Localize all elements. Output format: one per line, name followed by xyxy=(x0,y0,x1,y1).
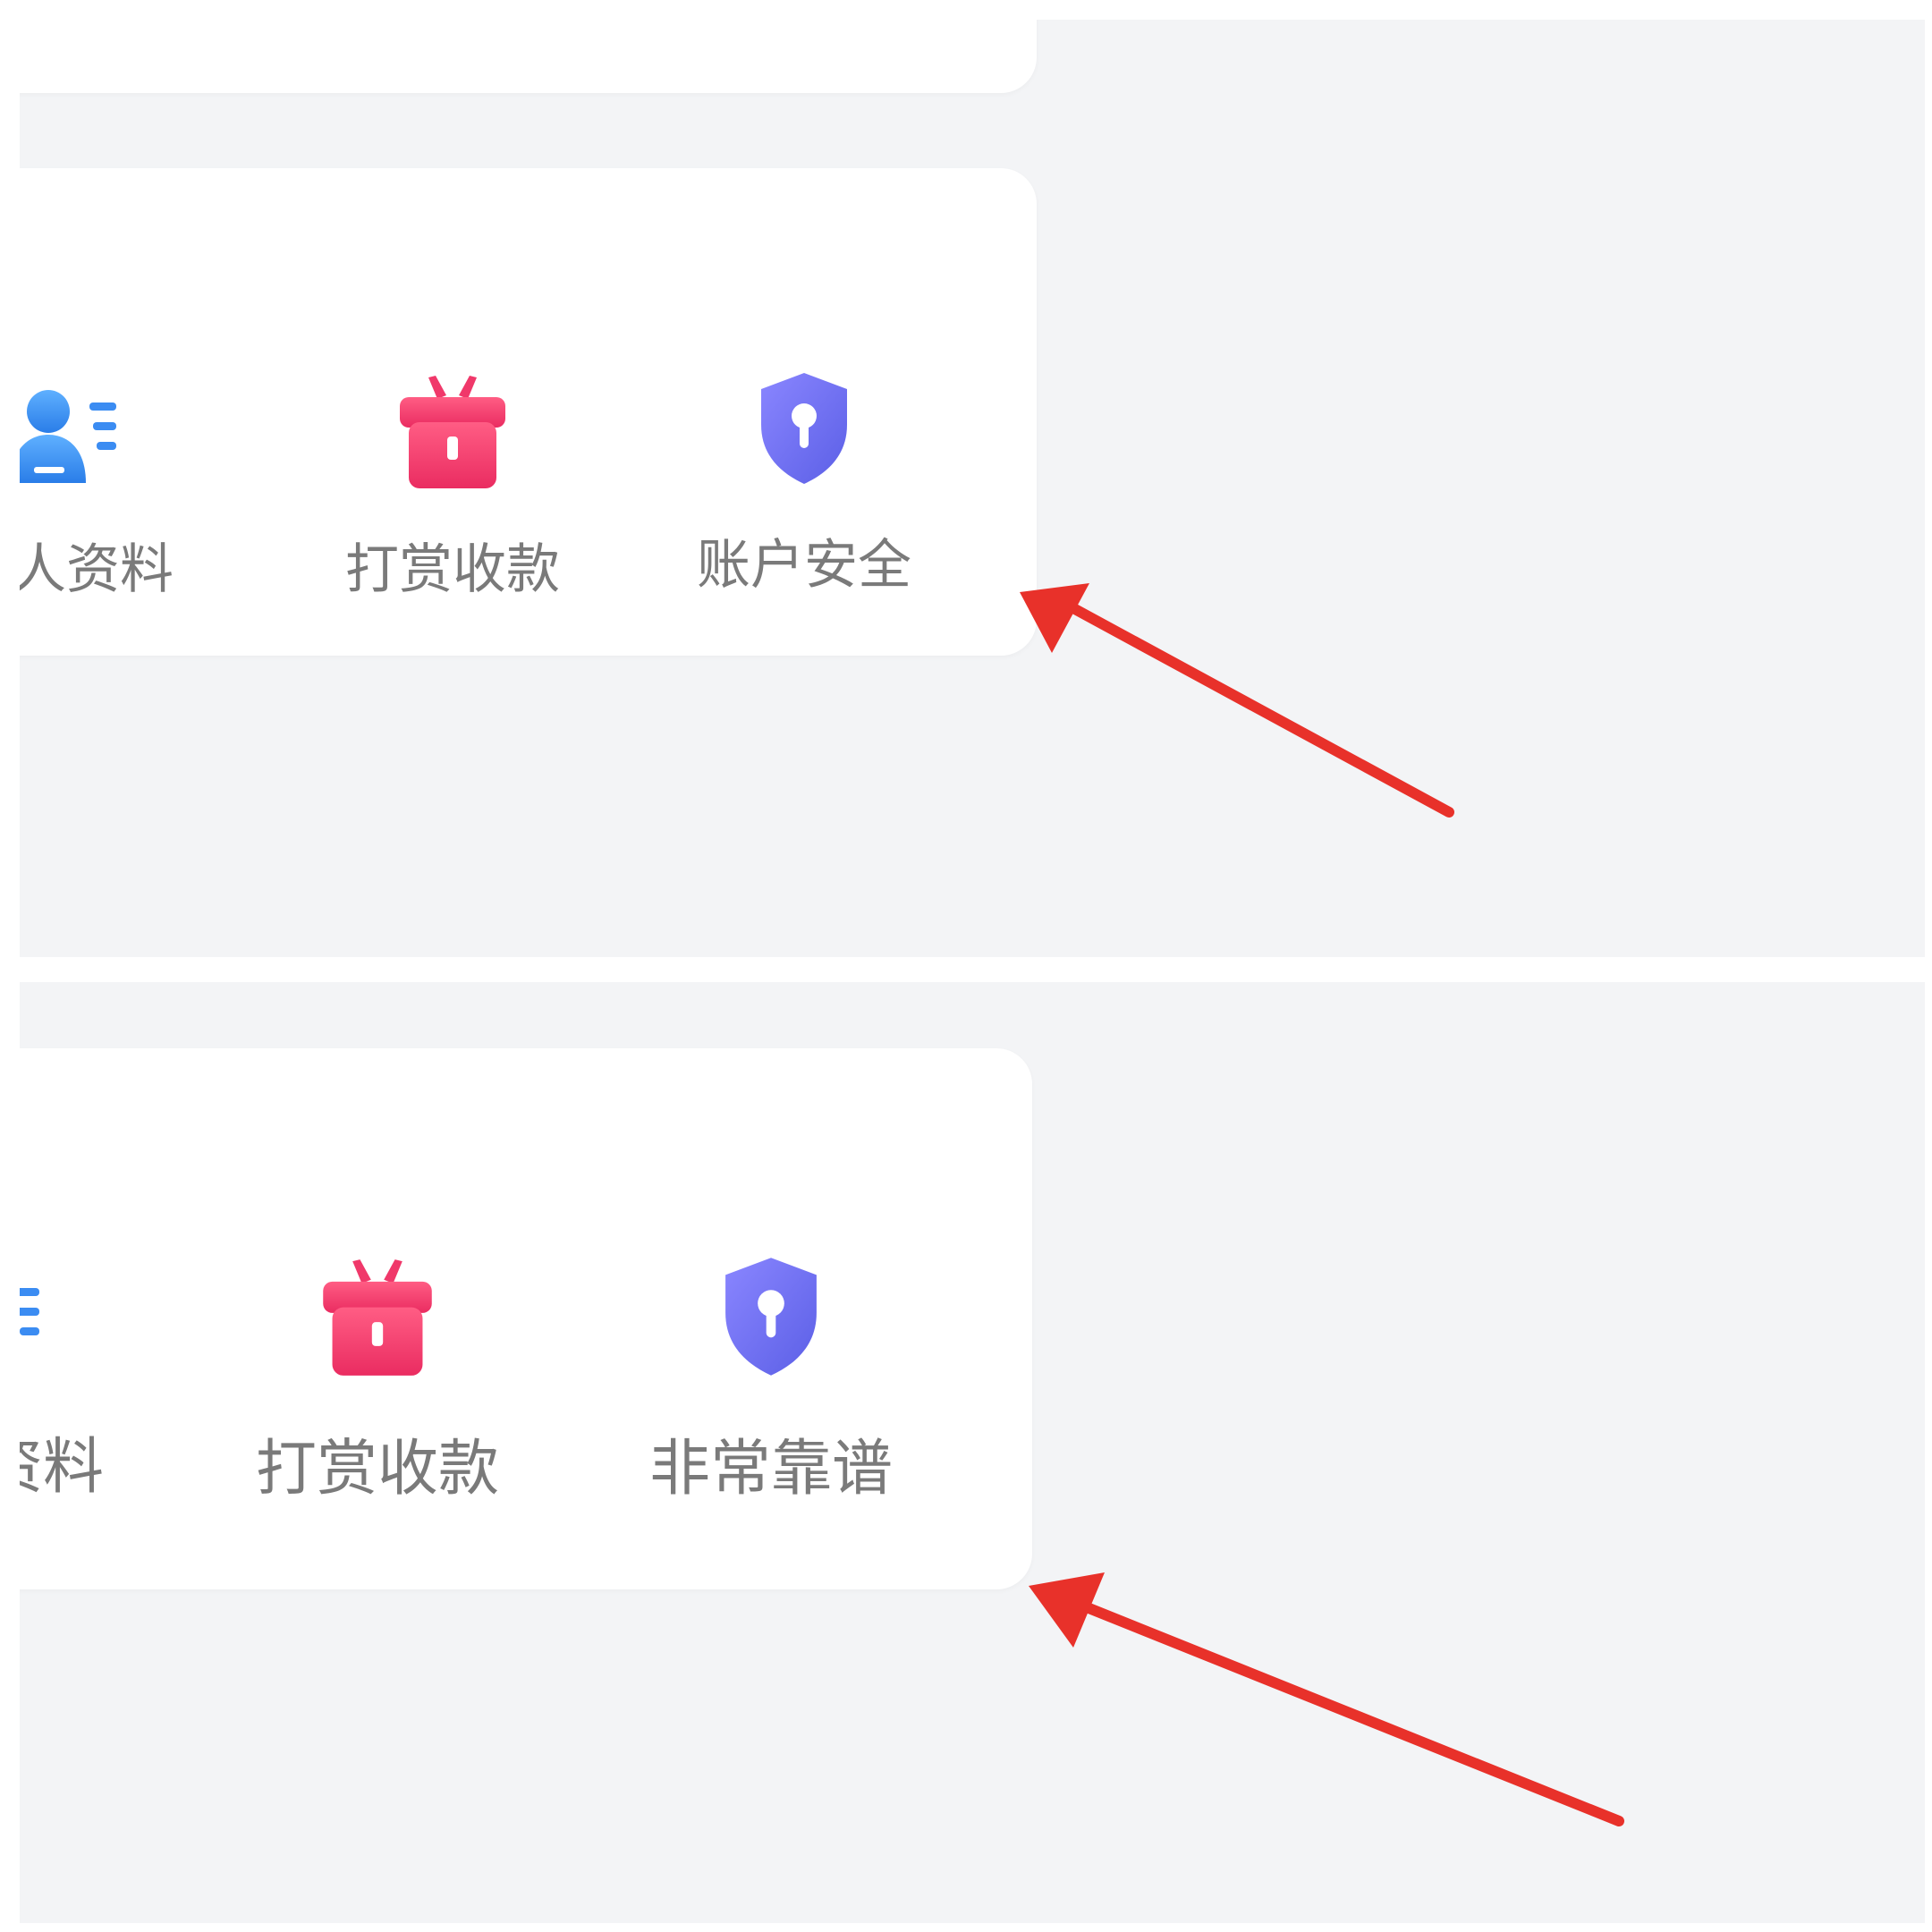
menu-item-label: 账户安全 xyxy=(697,534,911,597)
menu-item-reward[interactable]: 打赏收款 xyxy=(243,1256,512,1507)
gift-icon xyxy=(394,372,511,492)
menu-item-label: 打赏收款 xyxy=(345,538,560,601)
menu-item-label: 资料 xyxy=(20,1432,104,1503)
menu-item-label: 个人资料 xyxy=(20,538,174,601)
menu-item-security[interactable]: 账户安全 xyxy=(670,369,938,599)
menu-item-label: 打赏收款 xyxy=(255,1434,499,1504)
menu-card: 资料 打赏收款 xyxy=(20,1048,1032,1589)
upper-card xyxy=(20,20,1037,93)
shield-lock-icon xyxy=(754,369,854,487)
menu-item-security[interactable]: 非常靠谱 xyxy=(637,1254,905,1507)
menu-item-profile[interactable]: 个人资料 xyxy=(20,385,200,604)
menu-item-reward[interactable]: 打赏收款 xyxy=(318,372,587,604)
bottom-screen: 资料 打赏收款 xyxy=(20,982,1925,1923)
menu-item-label: 非常靠谱 xyxy=(648,1434,893,1504)
user-profile-icon xyxy=(20,385,129,492)
gift-icon xyxy=(316,1256,439,1379)
menu-card: 个人资料 打赏收款 xyxy=(20,168,1037,656)
menu-item-profile[interactable]: 资料 xyxy=(20,1270,177,1505)
screenshot-stage: 个人资料 打赏收款 xyxy=(0,0,1932,1932)
shield-lock-icon xyxy=(716,1254,826,1379)
user-profile-icon xyxy=(20,1270,52,1377)
top-screen: 个人资料 打赏收款 xyxy=(20,20,1925,957)
